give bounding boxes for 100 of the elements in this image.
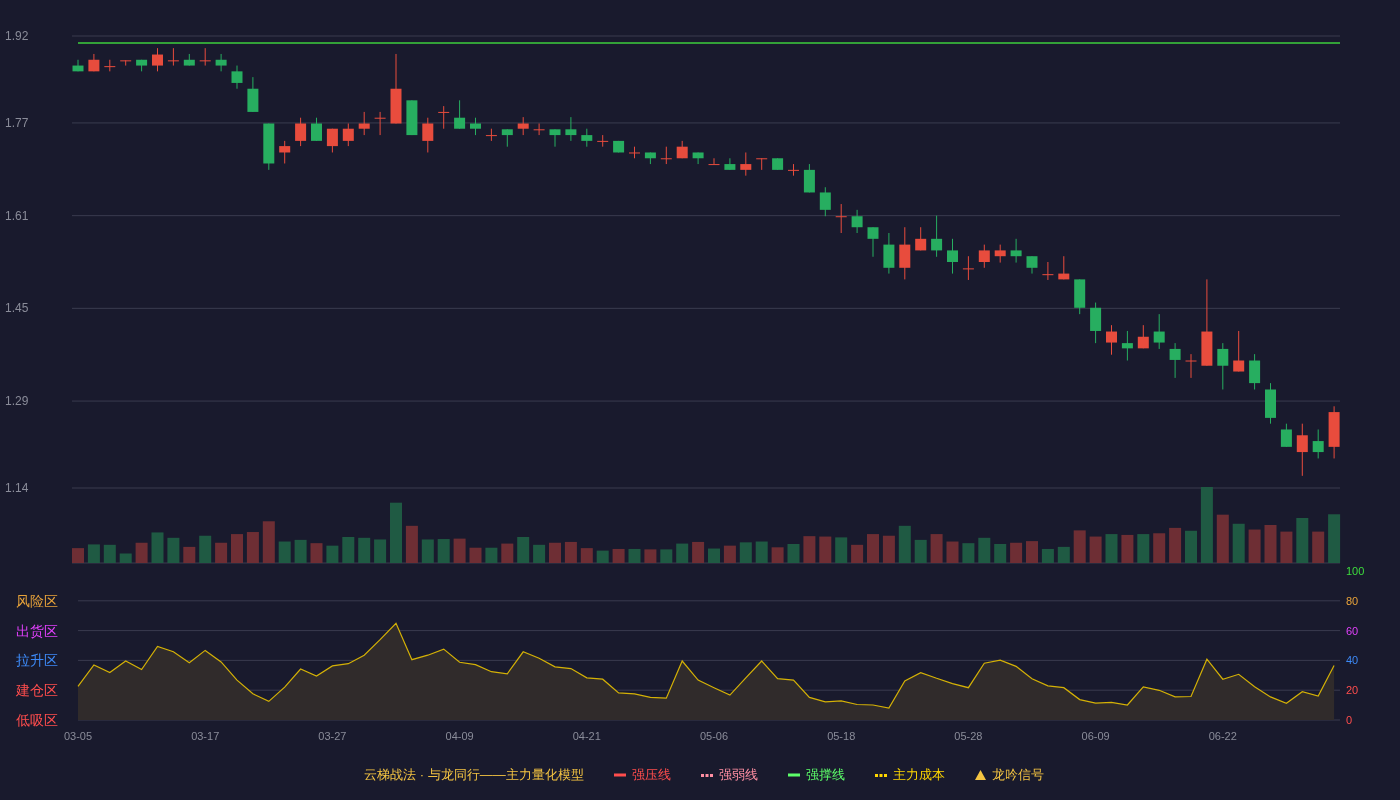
- candlestick: [104, 59, 116, 72]
- candlestick: [215, 53, 227, 72]
- axis-label: 1.14: [5, 481, 29, 495]
- candlestick: [88, 53, 100, 72]
- candlestick: [692, 152, 704, 165]
- candlestick: [629, 146, 640, 159]
- candlestick: [136, 59, 148, 72]
- candlestick: [1106, 324, 1117, 356]
- candlestick: [851, 209, 863, 234]
- axis-label: 05-28: [954, 730, 983, 742]
- legend-item[interactable]: 强撑线: [787, 766, 845, 784]
- candlestick: [994, 244, 1006, 264]
- axis-label: 06-09: [1081, 730, 1110, 742]
- candlestick: [120, 59, 132, 67]
- candlestick: [835, 203, 847, 234]
- candlestick: [454, 99, 466, 130]
- candlestick: [1137, 324, 1149, 349]
- legend-item[interactable]: 龙吟信号: [974, 766, 1044, 784]
- candlestick: [1058, 255, 1070, 280]
- legend-item[interactable]: 强弱线: [700, 766, 758, 784]
- chart-title: 云梯战法 · 与龙同行——主力量化模型: [364, 766, 584, 784]
- candlestick: [1010, 238, 1022, 264]
- candlestick: [978, 244, 990, 269]
- axis-label: 04-21: [572, 730, 601, 742]
- candlestick: [517, 116, 529, 136]
- axis-label: 1.77: [5, 115, 29, 130]
- axis-label: 05-06: [699, 730, 729, 742]
- legend-item[interactable]: 强压线: [613, 766, 671, 784]
- candlestick: [931, 215, 943, 258]
- candlestick: [756, 157, 768, 171]
- candlestick: [1185, 353, 1197, 379]
- zone-label: 建仓区: [16, 682, 58, 699]
- candlestick: [803, 163, 815, 193]
- axis-label: 03-05: [63, 730, 93, 742]
- candlestick: [676, 140, 688, 159]
- candlestick: [915, 226, 927, 251]
- candlestick: [788, 163, 799, 177]
- candlestick: [390, 53, 402, 124]
- zone-label: 拉升区: [16, 652, 58, 669]
- candlestick: [883, 232, 895, 275]
- candlestick: [899, 226, 911, 280]
- axis-label: 06-22: [1208, 730, 1237, 742]
- candlestick: [581, 128, 593, 148]
- axis-label: 03-17: [191, 730, 220, 742]
- zone-label: 低吸区: [16, 712, 58, 728]
- axis-label: 1.92: [5, 29, 29, 43]
- candlestick: [279, 140, 291, 164]
- candlestick: [644, 152, 656, 165]
- candlestick: [597, 134, 609, 148]
- axis-label: 1.61: [5, 208, 29, 223]
- candlestick: [819, 186, 831, 217]
- axis-label: 1.45: [5, 301, 29, 316]
- candlestick: [1153, 313, 1165, 350]
- candlestick: [1296, 423, 1308, 477]
- dashed-line-icon: [874, 773, 887, 777]
- candlestick: [1217, 342, 1229, 390]
- candlestick: [1090, 302, 1102, 344]
- candlestick: [358, 111, 370, 136]
- candlestick: [263, 123, 275, 171]
- candlestick: [167, 47, 179, 67]
- candlestick: [231, 65, 243, 90]
- zone-label: 出货区: [16, 622, 58, 639]
- candlestick: [1042, 261, 1054, 281]
- candlestick: [549, 128, 561, 148]
- candlestick: [740, 152, 752, 177]
- candlestick: [1328, 405, 1340, 459]
- candlestick: [374, 111, 386, 136]
- candlestick: [1026, 255, 1038, 275]
- axis-label: 0: [1346, 714, 1353, 726]
- candlestick: [183, 53, 195, 67]
- candlestick: [1121, 330, 1133, 361]
- candlestick: [772, 157, 784, 171]
- candlestick: [470, 117, 481, 136]
- legend-item[interactable]: 主力成本: [874, 766, 945, 784]
- candlestick: [533, 123, 545, 136]
- candlestick: [152, 47, 163, 72]
- dashed-line-icon: [700, 773, 713, 777]
- candlestick: [1169, 342, 1181, 379]
- candlestick: [485, 128, 497, 142]
- candlestick: [342, 123, 354, 147]
- axis-label: 1.29: [5, 394, 29, 409]
- axis-label: 20: [1346, 684, 1359, 697]
- candlestick: [962, 255, 974, 281]
- axis-label: 40: [1346, 654, 1359, 667]
- candlestick: [406, 99, 418, 136]
- candlestick: [72, 59, 84, 72]
- candlestick: [660, 146, 672, 165]
- candlestick: [295, 117, 307, 147]
- zone-label: 风险区: [16, 592, 58, 609]
- candlestick: [1312, 428, 1324, 459]
- candlestick: [1280, 423, 1292, 448]
- axis-label: 03-27: [318, 730, 347, 742]
- triangle-icon: [974, 770, 986, 780]
- candlestick: [1249, 353, 1261, 390]
- candlestick: [947, 238, 958, 275]
- axis-label: 04-09: [445, 730, 474, 742]
- candlestick: [501, 128, 513, 148]
- candlestick: [724, 157, 736, 171]
- candlestick: [613, 140, 625, 153]
- candlestick: [1233, 330, 1245, 372]
